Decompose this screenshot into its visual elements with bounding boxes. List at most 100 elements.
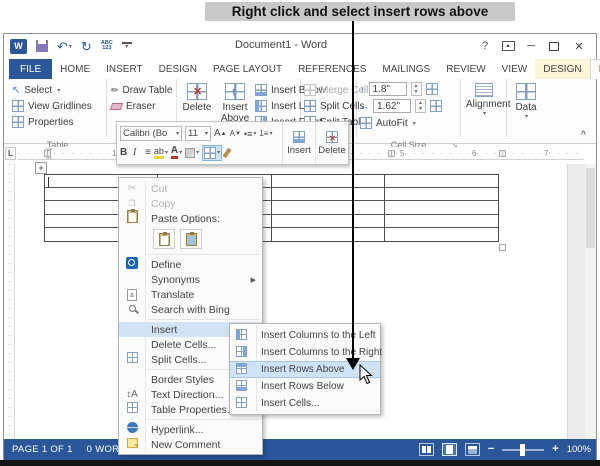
format-painter-button[interactable] xyxy=(225,148,229,158)
merge-cells-button[interactable]: Merge Cells xyxy=(304,82,356,98)
tab-design[interactable]: DESIGN xyxy=(151,59,205,79)
table-resize-handle[interactable] xyxy=(499,244,506,251)
bullets-button[interactable]: •≡▾ xyxy=(244,129,256,139)
mini-delete-button[interactable]: ✕ Delete xyxy=(315,122,348,164)
tab-review[interactable]: REVIEW xyxy=(438,59,493,79)
menu-item-search-with-bing[interactable]: Search with Bing xyxy=(119,302,262,317)
table-cell[interactable] xyxy=(385,188,498,201)
font-name-select[interactable]: Calibri (Bo▾ xyxy=(120,126,182,141)
tab-mailings[interactable]: MAILINGS xyxy=(374,59,438,79)
distribute-columns-icon[interactable] xyxy=(430,100,442,112)
submenu-item-insert-cells[interactable]: Insert Cells... xyxy=(230,395,380,412)
spell-check-icon[interactable]: ABC123 xyxy=(101,41,113,52)
tab-file[interactable]: FILE xyxy=(9,59,52,79)
bold-button[interactable]: B xyxy=(120,147,130,158)
font-color-button[interactable]: A▾ xyxy=(171,146,182,159)
insert-above-button[interactable]: ↑ Insert Above xyxy=(217,81,253,124)
table-cell[interactable] xyxy=(385,175,498,188)
tab-table-tools-layout[interactable]: LAYOUT xyxy=(590,59,600,79)
web-layout-button[interactable] xyxy=(465,443,480,456)
customize-qat-icon[interactable]: ▾ xyxy=(122,42,132,50)
borders-button[interactable]: ▾ xyxy=(202,145,222,161)
print-layout-button[interactable] xyxy=(442,443,457,456)
vertical-scrollbar[interactable] xyxy=(585,164,596,439)
zoom-level[interactable]: 100% xyxy=(567,444,591,455)
tab-stop-selector[interactable]: L xyxy=(5,147,16,160)
mini-insert-button[interactable]: Insert xyxy=(282,122,315,164)
split-cells-button[interactable]: Split Cells xyxy=(304,98,356,114)
row-height-stepper[interactable]: ▲▼ xyxy=(411,82,422,96)
paste-keep-formatting-button[interactable] xyxy=(153,229,175,249)
menu-item-hyperlink[interactable]: Hyperlink... xyxy=(119,422,262,437)
tab-insert[interactable]: INSERT xyxy=(98,59,151,79)
draw-table-button[interactable]: ✏ Draw Table xyxy=(111,82,176,98)
submenu-item-insert-rows-below[interactable]: Insert Rows Below xyxy=(230,378,380,395)
maximize-button[interactable] xyxy=(545,38,563,54)
autofit-button[interactable]: AutoFit▾ xyxy=(360,115,460,131)
delete-button[interactable]: ✕ Delete xyxy=(179,81,215,113)
menu-item-cut[interactable]: ✂ Cut xyxy=(119,181,262,196)
view-gridlines-button[interactable]: View Gridlines xyxy=(12,98,106,114)
read-mode-button[interactable] xyxy=(419,443,434,456)
zoom-out-button[interactable]: − xyxy=(488,444,494,455)
table-cell[interactable] xyxy=(272,188,385,201)
ribbon-display-options-button[interactable]: ▲ xyxy=(499,38,517,54)
vertical-ruler[interactable] xyxy=(4,164,15,439)
highlight-button[interactable]: ab▾ xyxy=(154,147,168,159)
menu-item-translate[interactable]: a Translate xyxy=(119,287,262,302)
table-cell[interactable] xyxy=(385,201,498,214)
undo-button[interactable]: ↶▾ xyxy=(57,40,72,53)
tab-home[interactable]: HOME xyxy=(52,59,98,79)
data-button[interactable]: Data ▾ xyxy=(508,81,544,120)
alignment-button[interactable]: Alignment ▾ xyxy=(466,81,502,117)
minimize-button[interactable]: ─ xyxy=(522,38,540,54)
submenu-item-insert-columns-left[interactable]: Insert Columns to the Left xyxy=(230,327,380,344)
table-move-handle[interactable]: + xyxy=(35,162,47,174)
properties-button[interactable]: Properties xyxy=(12,114,106,130)
save-icon[interactable] xyxy=(36,40,48,52)
column-width-field[interactable]: 1.62" xyxy=(373,99,411,113)
zoom-slider[interactable] xyxy=(502,449,544,451)
tab-references[interactable]: REFERENCES xyxy=(290,59,374,79)
row-height-field[interactable]: 1.8" xyxy=(369,82,407,96)
scrollbar-thumb[interactable] xyxy=(586,168,595,248)
column-width-stepper[interactable]: ▲▼ xyxy=(415,99,426,113)
close-button[interactable]: ✕ xyxy=(570,38,588,54)
page-indicator[interactable]: PAGE 1 OF 1 xyxy=(12,444,73,455)
menu-item-new-comment[interactable]: New Comment xyxy=(119,437,262,452)
menu-item-define[interactable]: Define xyxy=(119,257,262,272)
table-cell[interactable] xyxy=(272,175,385,188)
numbering-button[interactable]: 1≡▾ xyxy=(259,129,272,138)
move-table-column-marker[interactable] xyxy=(388,150,395,157)
menu-item-copy[interactable]: ❐ Copy xyxy=(119,196,262,211)
menu-item-synonyms[interactable]: Synonyms ▶ xyxy=(119,272,262,287)
table-cell[interactable] xyxy=(272,228,385,241)
move-table-column-marker[interactable] xyxy=(499,150,506,157)
tab-page-layout[interactable]: PAGE LAYOUT xyxy=(205,59,290,79)
center-button[interactable]: ≡ xyxy=(145,147,151,158)
shading-button[interactable]: ▾ xyxy=(185,148,199,158)
select-button[interactable]: ↖ Select▾ xyxy=(12,82,106,98)
table-cell[interactable] xyxy=(385,228,498,241)
distribute-rows-icon[interactable] xyxy=(426,83,438,95)
zoom-slider-thumb[interactable] xyxy=(520,444,525,456)
insert-table-icon xyxy=(293,131,305,143)
tab-view[interactable]: VIEW xyxy=(494,59,536,79)
table-cell[interactable] xyxy=(272,201,385,214)
font-size-select[interactable]: 11▾ xyxy=(185,126,211,141)
move-table-column-marker[interactable] xyxy=(44,150,51,157)
table-cell[interactable] xyxy=(385,215,498,228)
paste-picture-button[interactable] xyxy=(180,229,202,249)
table-cell[interactable] xyxy=(272,215,385,228)
document-table[interactable] xyxy=(44,174,499,242)
zoom-in-button[interactable]: + xyxy=(552,444,558,455)
eraser-button[interactable]: Eraser xyxy=(111,98,176,114)
tab-table-tools-design[interactable]: DESIGN xyxy=(535,59,589,79)
help-button[interactable]: ? xyxy=(476,38,494,54)
redo-icon[interactable]: ↻ xyxy=(81,40,92,53)
collapse-ribbon-icon[interactable]: ^ xyxy=(581,129,586,139)
shrink-font-button[interactable]: A▼ xyxy=(230,129,241,138)
grow-font-button[interactable]: A▲ xyxy=(214,128,227,139)
bullets-icon: •≡ xyxy=(244,129,252,139)
italic-button[interactable]: I xyxy=(133,147,142,158)
